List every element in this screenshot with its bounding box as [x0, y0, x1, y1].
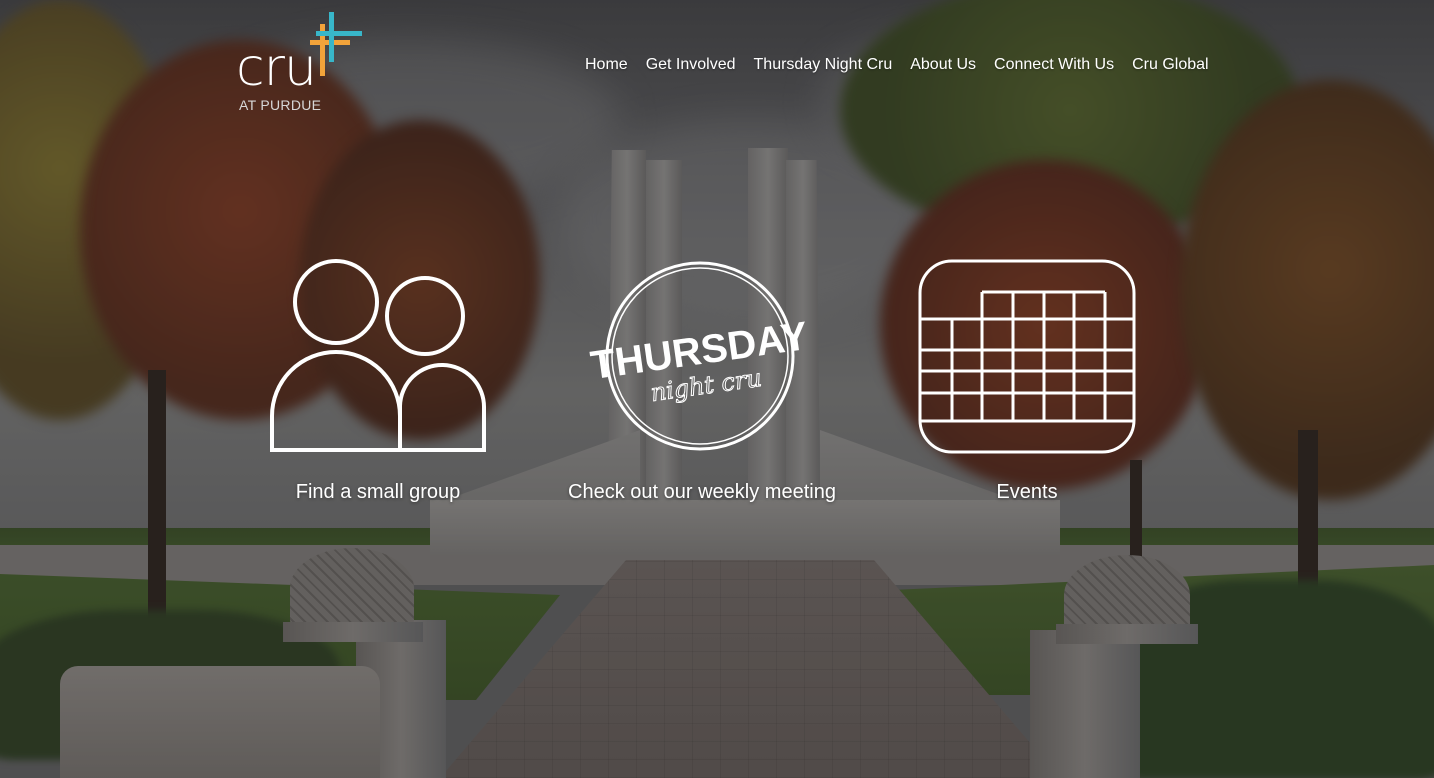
feature-label-small-group[interactable]: Find a small group	[258, 480, 498, 504]
logo-wordmark: cru	[236, 38, 317, 98]
nav-home[interactable]: Home	[585, 55, 628, 75]
cross-teal-vertical	[329, 12, 334, 62]
logo-subtitle: AT PURDUE	[239, 97, 322, 113]
feature-label-events[interactable]: Events	[910, 480, 1144, 504]
main-navigation: Home Get Involved Thursday Night Cru Abo…	[585, 54, 1209, 76]
thursday-night-cru-badge: THURSDAY night cru	[588, 261, 811, 451]
cru-at-purdue-logo[interactable]: cru AT PURDUE	[236, 10, 366, 114]
nav-cru-global[interactable]: Cru Global	[1132, 55, 1208, 75]
nav-about-us[interactable]: About Us	[910, 55, 976, 75]
feature-small-group[interactable]: Find a small group	[258, 258, 498, 503]
nav-thursday-night-cru[interactable]: Thursday Night Cru	[754, 55, 893, 75]
calendar-icon	[918, 259, 1136, 454]
cross-logo-icon	[310, 12, 362, 76]
cross-teal-horizontal	[316, 31, 362, 36]
feature-label-weekly-meeting[interactable]: Check out our weekly meeting	[552, 480, 852, 504]
feature-events[interactable]: Events	[910, 258, 1144, 503]
people-icon	[270, 259, 487, 452]
nav-connect-with-us[interactable]: Connect With Us	[994, 55, 1114, 75]
nav-get-involved[interactable]: Get Involved	[646, 55, 736, 75]
feature-weekly-meeting[interactable]: THURSDAY night cru Check out our weekly …	[552, 258, 852, 503]
